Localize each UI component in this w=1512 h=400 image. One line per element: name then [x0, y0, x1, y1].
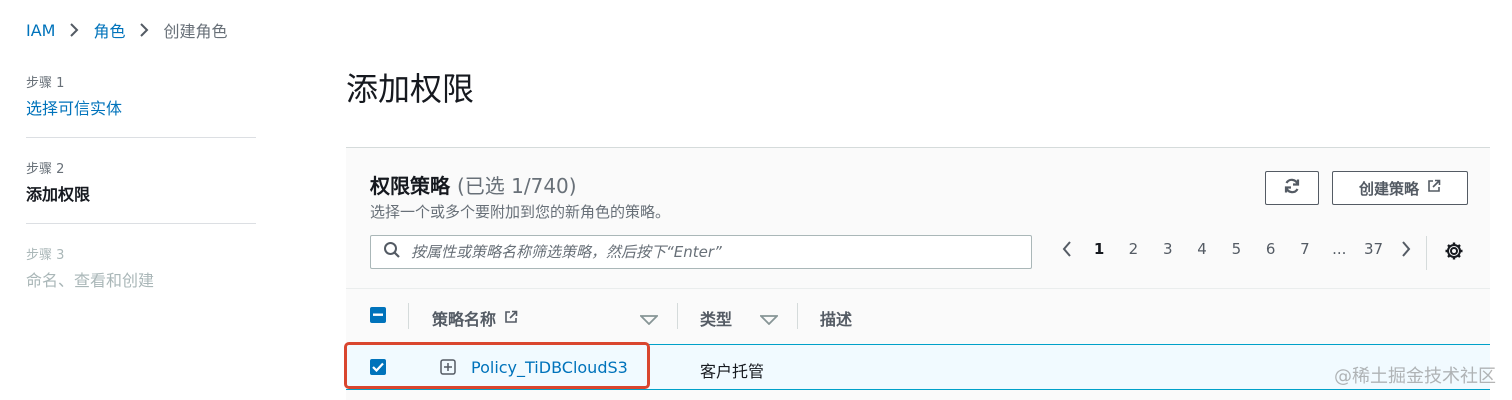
column-divider [408, 303, 409, 329]
expand-icon[interactable] [440, 359, 456, 379]
page-1[interactable]: 1 [1082, 240, 1116, 258]
page-6[interactable]: 6 [1253, 240, 1287, 258]
panel-title: 权限策略 (已选 1/740) [370, 170, 670, 199]
pagination: 1 2 3 4 5 6 7 ... 37 [1052, 240, 1421, 258]
refresh-icon [1283, 177, 1301, 199]
pagination-previous[interactable] [1052, 241, 1082, 257]
panel-description: 选择一个或多个要附加到您的新角色的策略。 [370, 203, 671, 221]
column-description-label: 描述 [820, 310, 853, 329]
step-label-disabled: 命名、查看和创建 [26, 271, 155, 290]
step-3: 步骤 3 命名、查看和创建 [26, 244, 256, 309]
row-checkbox[interactable] [370, 359, 386, 375]
step-2: 步骤 2 添加权限 [26, 158, 256, 224]
permissions-policies-panel: 权限策略 (已选 1/740) 选择一个或多个要附加到您的新角色的策略。 创建策… [346, 147, 1490, 400]
chevron-right-icon [139, 23, 149, 37]
breadcrumb: IAM 角色 创建角色 [26, 18, 228, 42]
column-name-label: 策略名称 [432, 310, 497, 329]
selected-count: (已选 1/740) [456, 174, 577, 198]
select-all-checkbox[interactable] [370, 307, 386, 323]
page-2[interactable]: 2 [1116, 240, 1150, 258]
search-input[interactable] [411, 243, 1011, 261]
step-number: 步骤 3 [26, 248, 65, 263]
sort-caret-icon[interactable] [638, 310, 660, 329]
create-policy-button[interactable]: 创建策略 [1332, 171, 1468, 205]
step-1: 步骤 1 选择可信实体 [26, 72, 256, 138]
chevron-right-icon [1401, 241, 1410, 257]
policy-type: 客户托管 [700, 362, 765, 381]
external-link-icon [1427, 179, 1441, 197]
chevron-right-icon [69, 23, 79, 37]
policy-name-link[interactable]: Policy_TiDBCloudS3 [471, 358, 628, 377]
refresh-button[interactable] [1265, 171, 1319, 205]
watermark: @稀土掘金技术社区 [1334, 366, 1496, 387]
column-type-label: 类型 [700, 310, 733, 329]
indeterminate-icon [370, 307, 386, 323]
search-icon [383, 241, 401, 263]
page-4[interactable]: 4 [1185, 240, 1219, 258]
divider [1426, 236, 1427, 270]
column-header-description: 描述 [820, 306, 852, 330]
table-header: 策略名称 类型 描述 [346, 288, 1490, 343]
column-header-type[interactable]: 类型 [700, 306, 732, 330]
breadcrumb-current: 创建角色 [163, 22, 228, 41]
checkmark-icon [370, 359, 386, 375]
column-divider [677, 303, 678, 329]
page-37[interactable]: 37 [1356, 240, 1390, 258]
pagination-next[interactable] [1391, 241, 1421, 257]
create-policy-label: 创建策略 [1358, 179, 1419, 198]
page-5[interactable]: 5 [1219, 240, 1253, 258]
page-title: 添加权限 [346, 70, 475, 108]
gear-icon [1444, 242, 1464, 265]
breadcrumb-iam[interactable]: IAM [26, 21, 55, 40]
panel-title-text: 权限策略 [370, 174, 450, 198]
page-ellipsis: ... [1332, 240, 1347, 258]
column-divider [797, 303, 798, 329]
chevron-left-icon [1062, 241, 1071, 257]
policy-search[interactable] [370, 235, 1032, 269]
step-link-select-trusted-entity[interactable]: 选择可信实体 [26, 95, 256, 119]
column-header-policy-name[interactable]: 策略名称 [432, 306, 518, 330]
page-3[interactable]: 3 [1151, 240, 1185, 258]
table-row[interactable]: Policy_TiDBCloudS3 客户托管 [346, 344, 1490, 390]
panel-header: 权限策略 (已选 1/740) 选择一个或多个要附加到您的新角色的策略。 [370, 170, 670, 222]
page-7[interactable]: 7 [1288, 240, 1322, 258]
wizard-steps: 步骤 1 选择可信实体 步骤 2 添加权限 步骤 3 命名、查看和创建 [26, 72, 256, 329]
external-link-icon [504, 309, 518, 328]
preferences-button[interactable] [1444, 241, 1464, 265]
step-number: 步骤 2 [26, 162, 65, 177]
step-number: 步骤 1 [26, 76, 65, 91]
breadcrumb-roles[interactable]: 角色 [93, 18, 125, 42]
step-label-current: 添加权限 [26, 185, 91, 204]
sort-caret-icon[interactable] [758, 310, 780, 329]
